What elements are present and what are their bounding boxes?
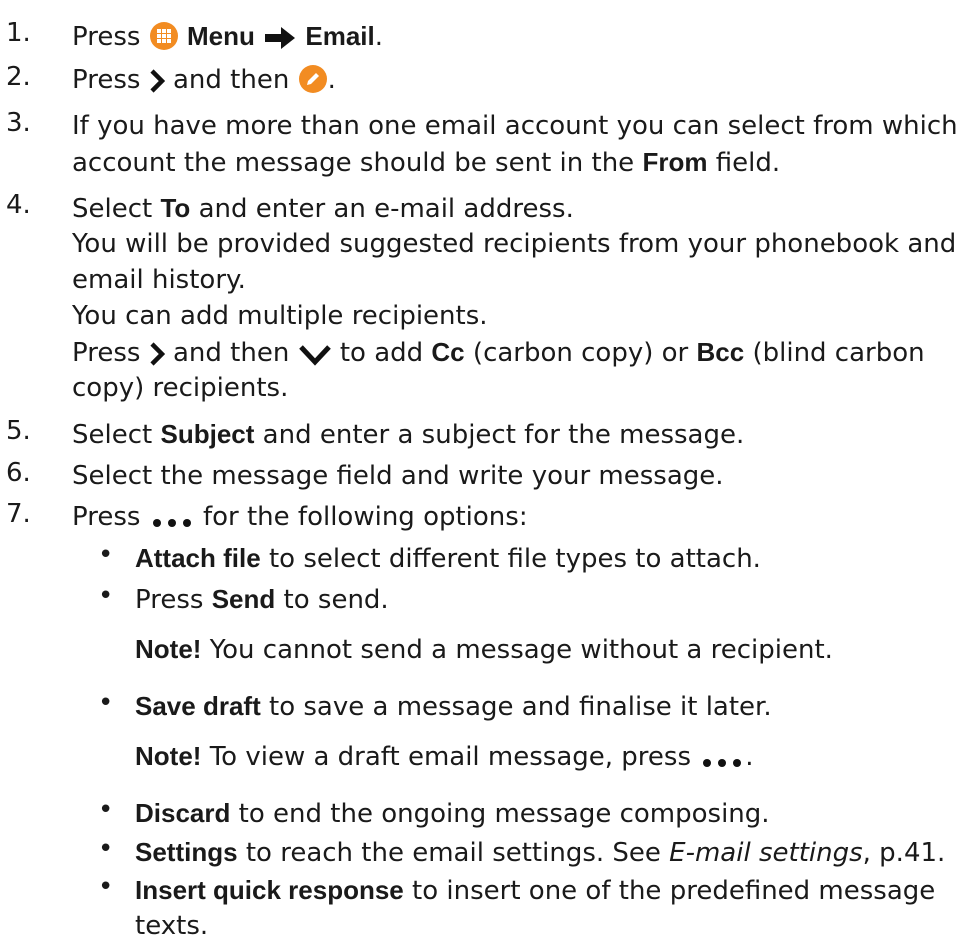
apps-menu-icon xyxy=(149,21,179,61)
send-label: Send xyxy=(211,584,276,614)
step-number: 4. xyxy=(6,190,31,220)
email-label: Email xyxy=(305,21,375,51)
step-text: If you have more than one email account … xyxy=(72,111,958,178)
attach-file-label: Attach file xyxy=(135,543,261,573)
cc-label: Cc xyxy=(431,337,465,367)
note-label: Note! xyxy=(135,741,202,771)
discard-label: Discard xyxy=(135,798,231,828)
to-field-label: To xyxy=(160,193,191,223)
step-text: Press Menu Email. xyxy=(72,18,962,54)
step-number: 5. xyxy=(6,416,31,446)
step-number: 2. xyxy=(6,62,31,92)
insert-quick-response-label: Insert quick response xyxy=(135,875,404,905)
chevron-down-icon xyxy=(298,341,332,377)
subject-field-label: Subject xyxy=(160,419,255,449)
save-draft-label: Save draft xyxy=(135,691,261,721)
arrow-right-icon xyxy=(263,25,297,61)
step-text: Press and then . xyxy=(72,62,962,98)
from-field-label: From xyxy=(642,147,708,177)
more-options-icon xyxy=(149,505,195,541)
compose-pencil-icon xyxy=(298,64,328,104)
step-text: Select Subject and enter a subject for t… xyxy=(72,419,745,450)
more-options-icon xyxy=(699,748,745,778)
step-number: 1. xyxy=(6,18,31,48)
step-number: 7. xyxy=(6,499,31,529)
bcc-label: Bcc xyxy=(696,337,745,367)
note-label: Note! xyxy=(135,634,202,664)
menu-label: Menu xyxy=(186,21,255,51)
step-text: Select To and enter an e-mail address. Y… xyxy=(72,193,957,403)
step-number: 6. xyxy=(6,458,31,488)
step-number: 3. xyxy=(6,108,31,138)
step-text: Select the message field and write your … xyxy=(72,461,724,491)
email-settings-link[interactable]: E-mail settings xyxy=(669,838,862,868)
manual-page: 1. Press Menu Email. 2. Press and then .… xyxy=(0,0,965,941)
chevron-right-icon xyxy=(149,68,165,104)
step-text: Press for the following options: xyxy=(72,499,962,535)
settings-label: Settings xyxy=(135,837,238,867)
